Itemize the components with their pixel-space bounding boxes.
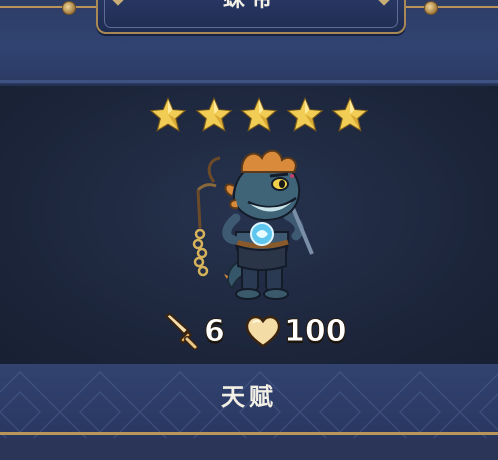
star-rating [148,96,370,136]
heart-icon [244,314,282,352]
rail-ornament-left [62,1,76,15]
rail-ornament-right [424,1,438,15]
header-rail-left [0,6,98,8]
header-divider [0,80,498,83]
health-value: 100 [284,314,348,350]
header-band: 蝾帝 [0,0,498,84]
title-plate: 蝾帝 [96,0,406,34]
bottom-strip [0,438,498,460]
attack-value: 6 [204,314,226,350]
sword-icon [160,312,198,354]
pet-portrait[interactable] [184,142,334,308]
pet-card: 蝾帝 [0,0,498,460]
star-icon [148,96,188,136]
pet-stats: 6 100 [160,308,360,354]
star-icon [239,96,279,136]
star-icon [194,96,234,136]
bottom-gold-rule [0,432,498,435]
pet-name: 蝾帝 [98,0,404,12]
star-icon [330,96,370,136]
star-icon [285,96,325,136]
header-rail-right [400,6,498,8]
talent-tab-label[interactable]: 天赋 [0,382,498,412]
